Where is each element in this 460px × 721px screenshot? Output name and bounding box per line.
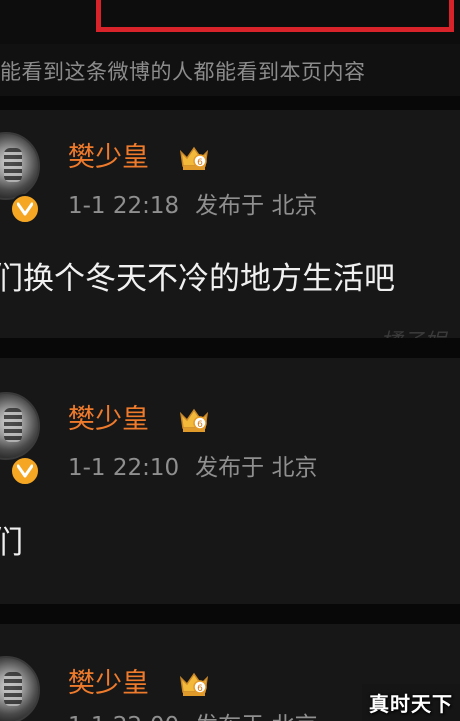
verified-icon bbox=[10, 456, 40, 486]
separator bbox=[0, 338, 460, 358]
avatar[interactable] bbox=[0, 656, 40, 721]
site-watermark: 真时天下 bbox=[362, 684, 460, 721]
separator bbox=[0, 604, 460, 624]
separator bbox=[0, 96, 460, 110]
media-watermark: 橘子娱 bbox=[380, 324, 446, 338]
post-meta: 1-1 22:18 发布于 北京 bbox=[68, 192, 317, 220]
post-meta: 1-1 22:00 发布于 北京 bbox=[68, 712, 317, 721]
post-time: 1-1 22:00 bbox=[68, 713, 179, 721]
username[interactable]: 樊少皇 bbox=[68, 404, 149, 436]
avatar[interactable] bbox=[0, 392, 40, 460]
svg-text:6: 6 bbox=[197, 158, 203, 168]
post-location: 发布于 北京 bbox=[195, 713, 317, 721]
site-watermark-text: 真时天下 bbox=[369, 692, 453, 716]
post-time: 1-1 22:10 bbox=[68, 455, 180, 481]
username[interactable]: 樊少皇 bbox=[68, 142, 149, 174]
crown-vip-icon: 6 bbox=[178, 406, 210, 434]
username[interactable]: 樊少皇 bbox=[68, 668, 149, 700]
visibility-notice: 能看到这条微博的人都能看到本页内容 bbox=[0, 60, 366, 84]
post-location: 发布于 北京 bbox=[195, 455, 318, 481]
svg-text:6: 6 bbox=[197, 420, 203, 430]
avatar[interactable] bbox=[0, 132, 40, 200]
post-meta: 1-1 22:10 发布于 北京 bbox=[68, 454, 317, 482]
post-text[interactable]: 们 bbox=[0, 524, 23, 562]
crown-vip-icon: 6 bbox=[178, 144, 210, 172]
post-time: 1-1 22:18 bbox=[68, 193, 180, 219]
weibo-post[interactable]: 樊少皇 6 1-1 22:18 发布于 北京 们换个冬天不冷的地方生活吧 橘子娱 bbox=[0, 110, 460, 338]
post-text[interactable]: 们换个冬天不冷的地方生活吧 bbox=[0, 260, 395, 298]
verified-icon bbox=[10, 194, 40, 224]
post-location: 发布于 北京 bbox=[195, 193, 318, 219]
highlight-frame bbox=[96, 0, 454, 32]
svg-text:6: 6 bbox=[197, 684, 203, 694]
weibo-post[interactable]: 樊少皇 6 1-1 22:10 发布于 北京 们 bbox=[0, 358, 460, 604]
crown-vip-icon: 6 bbox=[178, 670, 210, 698]
